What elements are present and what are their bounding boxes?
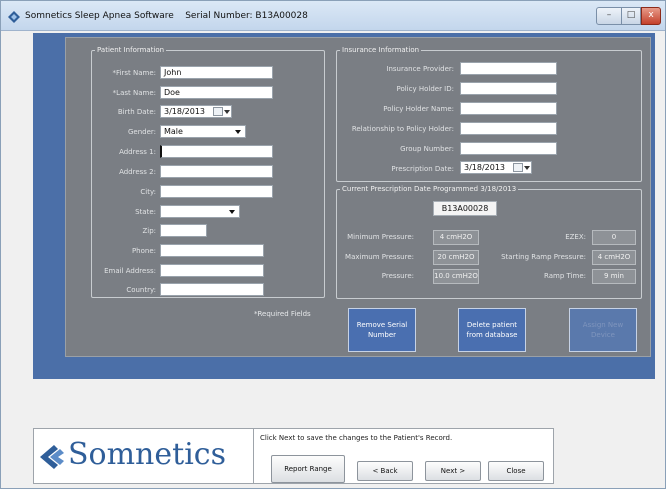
policy-holder-id-field[interactable]	[460, 82, 557, 95]
chevron-down-icon[interactable]	[224, 110, 230, 114]
back-button[interactable]: < Back	[357, 461, 413, 481]
app-logo-icon	[8, 11, 20, 23]
title-bar: Somnetics Sleep Apnea Software Serial Nu…	[1, 1, 665, 31]
zip-label: Zip:	[142, 227, 156, 235]
chevron-down-icon	[235, 130, 241, 134]
address2-field[interactable]	[160, 165, 273, 178]
patient-information-legend: Patient Information	[97, 46, 165, 54]
patient-record-panel: Patient Information *First Name: John *L…	[65, 37, 651, 357]
birth-date-value: 3/18/2013	[164, 107, 206, 116]
current-prescription-legend: Current Prescription Date Programmed 3/1…	[342, 185, 517, 193]
insurance-provider-label: Insurance Provider:	[386, 65, 454, 73]
ramp-time-value: 9 min	[592, 269, 636, 284]
close-icon: x	[648, 10, 654, 20]
close-window-button[interactable]: x	[641, 7, 661, 25]
min-pressure-value: 4 cmH2O	[433, 230, 479, 245]
logo-text: Somnetics	[68, 437, 226, 472]
country-label: Country:	[126, 286, 156, 294]
device-serial-number: B13A00028	[433, 201, 497, 216]
window-title: Somnetics Sleep Apnea Software Serial Nu…	[25, 11, 308, 21]
company-logo: Somnetics	[34, 429, 254, 483]
gender-value: Male	[164, 127, 183, 136]
app-window: Somnetics Sleep Apnea Software Serial Nu…	[0, 0, 666, 489]
state-select[interactable]	[160, 205, 240, 218]
calendar-icon[interactable]	[513, 163, 523, 172]
ramp-time-label: Ramp Time:	[544, 272, 586, 280]
relationship-field[interactable]	[460, 122, 557, 135]
minimize-icon: –	[606, 10, 612, 20]
email-label: Email Address:	[104, 267, 156, 275]
ezex-label: EZEX:	[565, 233, 586, 241]
report-range-button[interactable]: Report Range	[271, 455, 345, 483]
city-field[interactable]	[160, 185, 273, 198]
pressure-value: 10.0 cmH2O	[433, 269, 479, 284]
footer-panel: Somnetics Click Next to save the changes…	[33, 428, 554, 484]
policy-holder-id-label: Policy Holder ID:	[396, 85, 454, 93]
prescription-date-value: 3/18/2013	[464, 163, 506, 172]
gender-label: Gender:	[127, 128, 156, 136]
city-label: City:	[140, 188, 156, 196]
gender-select[interactable]: Male	[160, 125, 246, 138]
save-hint-text: Click Next to save the changes to the Pa…	[260, 434, 453, 442]
first-name-field[interactable]: John	[160, 66, 273, 79]
maximize-icon: □	[626, 10, 636, 20]
state-label: State:	[135, 208, 156, 216]
policy-holder-name-field[interactable]	[460, 102, 557, 115]
maximize-button[interactable]: □	[621, 7, 641, 25]
chevron-down-icon[interactable]	[524, 166, 530, 170]
address1-label: Address 1:	[119, 148, 156, 156]
minimize-button[interactable]: –	[596, 7, 622, 25]
ezex-value: 0	[592, 230, 636, 245]
max-pressure-value: 20 cmH2O	[433, 250, 479, 265]
last-name-field[interactable]: Doe	[160, 86, 273, 99]
phone-label: Phone:	[131, 247, 156, 255]
required-fields-note: *Required Fields	[254, 310, 311, 318]
last-name-label: *Last Name:	[112, 89, 156, 97]
ramp-pressure-label: Starting Ramp Pressure:	[501, 253, 586, 261]
group-number-field[interactable]	[460, 142, 557, 155]
phone-field[interactable]	[160, 244, 264, 257]
remove-serial-number-button[interactable]: Remove Serial Number	[348, 308, 416, 352]
pressure-label: Pressure:	[381, 272, 414, 280]
delete-patient-button[interactable]: Delete patient from database	[458, 308, 526, 352]
email-field[interactable]	[160, 264, 264, 277]
relationship-label: Relationship to Policy Holder:	[351, 125, 454, 133]
max-pressure-label: Maximum Pressure:	[345, 253, 414, 261]
close-button[interactable]: Close	[488, 461, 544, 481]
policy-holder-name-label: Policy Holder Name:	[383, 105, 454, 113]
prescription-date-picker[interactable]: 3/18/2013	[460, 161, 532, 174]
chevron-down-icon	[229, 210, 235, 214]
address1-field[interactable]	[160, 145, 273, 158]
min-pressure-label: Minimum Pressure:	[347, 233, 414, 241]
country-field[interactable]	[160, 283, 264, 296]
prescription-date-label: Prescription Date:	[391, 165, 454, 173]
zip-field[interactable]	[160, 224, 207, 237]
insurance-information-legend: Insurance Information	[342, 46, 420, 54]
somnetics-logo-icon	[40, 445, 64, 469]
next-button[interactable]: Next >	[425, 461, 481, 481]
group-number-label: Group Number:	[400, 145, 454, 153]
birth-date-picker[interactable]: 3/18/2013	[160, 105, 232, 118]
assign-new-device-button: Assign New Device	[569, 308, 637, 352]
ramp-pressure-value: 4 cmH2O	[592, 250, 636, 265]
insurance-provider-field[interactable]	[460, 62, 557, 75]
address2-label: Address 2:	[119, 168, 156, 176]
birth-date-label: Birth Date:	[117, 108, 156, 116]
calendar-icon[interactable]	[213, 107, 223, 116]
first-name-label: *First Name:	[112, 69, 156, 77]
